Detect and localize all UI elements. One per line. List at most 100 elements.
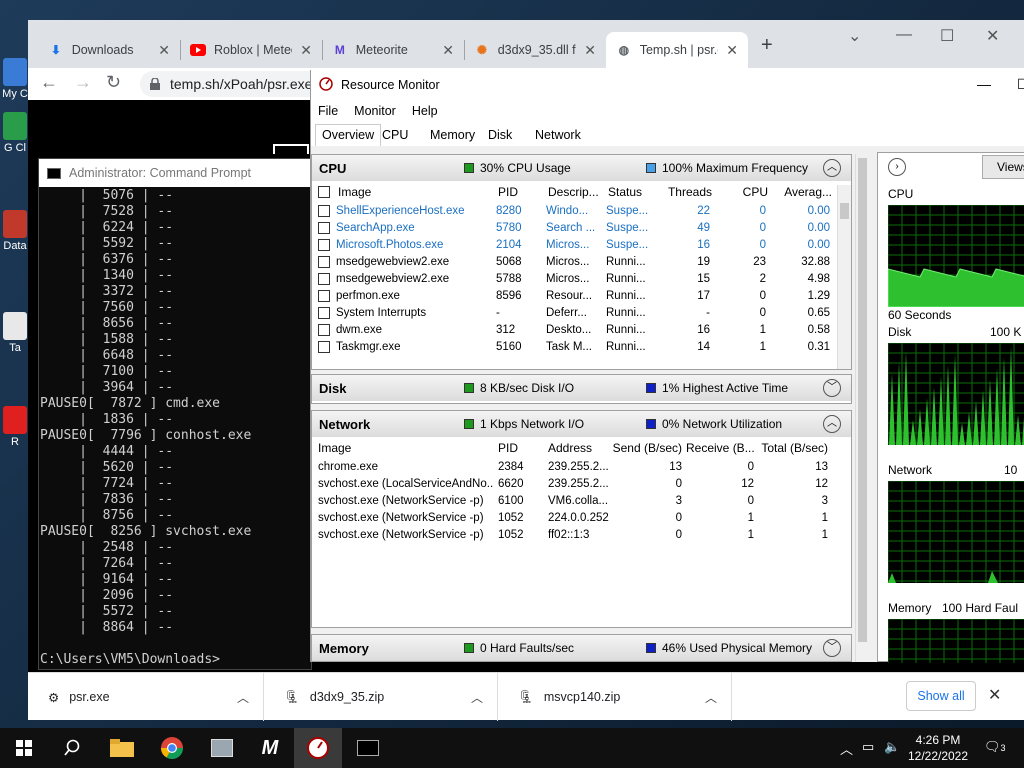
collapse-chevron-up-icon[interactable]: ︿	[823, 159, 841, 177]
tab-dll-fix[interactable]: ✺ d3dx9_35.dll fix ✕	[464, 32, 606, 68]
cmd-taskbar-button[interactable]	[344, 728, 392, 768]
desktop-icon[interactable]: G Cl	[0, 112, 30, 154]
row-checkbox[interactable]	[318, 256, 330, 268]
tab-network[interactable]: Network	[528, 124, 588, 146]
network-column-header[interactable]: Total (B/sec)	[758, 441, 828, 455]
table-row[interactable]: svchost.exe (NetworkService -p) 6100 VM6.c…	[312, 493, 851, 510]
table-row[interactable]: SearchApp.exe 5780 Search ... Suspe... 49 0 0.…	[312, 220, 851, 237]
resmon-taskbar-button[interactable]	[294, 728, 342, 768]
close-icon[interactable]: ✕	[584, 42, 596, 59]
reload-icon[interactable]: ↻	[106, 72, 121, 93]
row-checkbox[interactable]	[318, 324, 330, 336]
row-checkbox[interactable]	[318, 239, 330, 251]
cpu-column-header[interactable]: Threads	[658, 185, 712, 199]
expand-chevron-down-icon[interactable]: ﹀	[823, 379, 841, 397]
row-checkbox[interactable]	[318, 222, 330, 234]
views-button[interactable]: Views	[982, 155, 1024, 179]
desktop-icon[interactable]: R	[0, 406, 30, 448]
expand-chevron-down-icon[interactable]: ﹀	[823, 639, 841, 657]
table-row[interactable]: msedgewebview2.exe 5068 Micros... Runni... 1…	[312, 254, 851, 271]
search-button[interactable]	[48, 728, 96, 768]
show-all-button[interactable]: Show all	[906, 681, 976, 711]
cmd-title-bar[interactable]: Administrator: Command Prompt	[39, 159, 311, 187]
clock[interactable]: 4:26 PM 12/22/2022	[906, 732, 970, 764]
volume-muted-icon[interactable]: 🔈	[884, 739, 900, 755]
download-item-msvcp140[interactable]: 🗜 msvcp140.zip ︿	[498, 673, 732, 721]
menu-monitor[interactable]: Monitor	[354, 104, 396, 118]
close-icon[interactable]: ✕	[442, 42, 454, 59]
minimize-button[interactable]: —	[896, 26, 912, 44]
resmon-title-bar[interactable]: Resource Monitor — ☐	[311, 70, 1024, 100]
row-checkbox[interactable]	[318, 273, 330, 285]
close-window-button[interactable]: ✕	[986, 26, 999, 46]
chevron-up-icon[interactable]: ︿	[471, 689, 483, 706]
menu-help[interactable]: Help	[412, 104, 438, 118]
table-row[interactable]: svchost.exe (NetworkService -p) 1052 224.0…	[312, 510, 851, 527]
cpu-scrollbar[interactable]	[837, 185, 851, 369]
network-icon[interactable]: ▭	[862, 739, 874, 755]
close-icon[interactable]: ✕	[300, 42, 312, 59]
cpu-section-header[interactable]: CPU 30% CPU Usage 100% Maximum Frequency…	[312, 155, 851, 181]
table-row[interactable]: ShellExperienceHost.exe 8280 Windo... Suspe…	[312, 203, 851, 220]
desktop-icon[interactable]: My C	[0, 58, 30, 100]
cpu-column-header[interactable]: Descrip...	[548, 185, 604, 199]
start-button[interactable]	[0, 728, 48, 768]
cpu-column-header[interactable]: Image	[338, 185, 488, 199]
row-checkbox[interactable]	[318, 290, 330, 302]
cmd-output[interactable]: | 5076 | -- | 7528 | -- | 6224 | -- | 55…	[39, 187, 311, 668]
meteorite-taskbar-button[interactable]: M	[246, 728, 294, 768]
chevron-up-icon[interactable]: ︿	[705, 689, 717, 706]
table-row[interactable]: dwm.exe 312 Deskto... Runni... 16 1 0.58	[312, 322, 851, 339]
chrome-taskbar-button[interactable]	[148, 728, 196, 768]
tab-overview[interactable]: Overview	[315, 124, 382, 146]
back-arrow-icon[interactable]: ←	[40, 72, 58, 93]
tab-search-icon[interactable]: ⌄	[848, 26, 861, 46]
maximize-button[interactable]: ☐	[1017, 76, 1024, 93]
overview-scrollbar[interactable]	[855, 154, 869, 662]
table-row[interactable]: Microsoft.Photos.exe 2104 Micros... Suspe..…	[312, 237, 851, 254]
table-row[interactable]: msedgewebview2.exe 5788 Micros... Runni... 1…	[312, 271, 851, 288]
table-row[interactable]: chrome.exe 2384 239.255.2... 13 0 13	[312, 459, 851, 476]
tab-roblox[interactable]: Roblox | Meteorite ✕	[180, 32, 322, 68]
download-item-psr[interactable]: ⚙ psr.exe ︿	[28, 673, 264, 721]
notifications-icon[interactable]: 🗨3	[984, 739, 1006, 755]
chevron-right-icon[interactable]: ›	[888, 158, 906, 176]
chevron-up-icon[interactable]: ︿	[237, 689, 249, 706]
download-item-d3dx9[interactable]: 🗜 d3dx9_35.zip ︿	[264, 673, 498, 721]
network-column-header[interactable]: Receive (B...	[686, 441, 754, 455]
desktop-icon[interactable]: Data	[0, 210, 30, 252]
new-tab-button[interactable]: +	[761, 34, 773, 57]
table-row[interactable]: svchost.exe (NetworkService -p) 1052 ff02:…	[312, 527, 851, 544]
network-section-header[interactable]: Network 1 Kbps Network I/O 0% Network Ut…	[312, 411, 851, 437]
network-column-header[interactable]: PID	[498, 441, 548, 455]
network-column-header[interactable]: Address	[548, 441, 612, 455]
menu-file[interactable]: File	[318, 104, 338, 118]
file-explorer-button[interactable]	[98, 728, 146, 768]
network-column-header[interactable]: Image	[318, 441, 494, 455]
memory-section-header[interactable]: Memory 0 Hard Faults/sec 46% Used Physic…	[312, 635, 851, 661]
tab-memory[interactable]: Memory	[423, 124, 482, 146]
forward-arrow-icon[interactable]: →	[74, 72, 92, 93]
close-icon[interactable]: ✕	[158, 42, 170, 59]
cpu-column-header[interactable]: Averag...	[772, 185, 832, 199]
desktop-icon[interactable]: Ta	[0, 312, 30, 354]
network-column-header[interactable]: Send (B/sec)	[612, 441, 682, 455]
table-row[interactable]: Taskmgr.exe 5160 Task M... Runni... 14 1 0.31	[312, 339, 851, 356]
collapse-chevron-up-icon[interactable]: ︿	[823, 415, 841, 433]
row-checkbox[interactable]	[318, 205, 330, 217]
row-checkbox[interactable]	[318, 307, 330, 319]
row-checkbox[interactable]	[318, 341, 330, 353]
close-icon[interactable]: ✕	[988, 685, 1001, 705]
app-taskbar-button[interactable]	[198, 728, 246, 768]
cpu-column-header[interactable]: PID	[498, 185, 542, 199]
select-all-checkbox[interactable]	[318, 186, 330, 198]
table-row[interactable]: svchost.exe (LocalServiceAndNo... 6620 239…	[312, 476, 851, 493]
close-icon[interactable]: ✕	[726, 42, 738, 59]
cpu-column-header[interactable]: CPU	[718, 185, 768, 199]
tab-disk[interactable]: Disk	[481, 124, 519, 146]
chevron-up-icon[interactable]: ︿	[840, 739, 853, 758]
minimize-button[interactable]: —	[977, 76, 991, 92]
tab-downloads[interactable]: ⬇ Downloads ✕	[38, 32, 180, 68]
table-row[interactable]: System Interrupts - Deferr... Runni... - 0 0.6…	[312, 305, 851, 322]
table-row[interactable]: perfmon.exe 8596 Resour... Runni... 17 0 1.29	[312, 288, 851, 305]
